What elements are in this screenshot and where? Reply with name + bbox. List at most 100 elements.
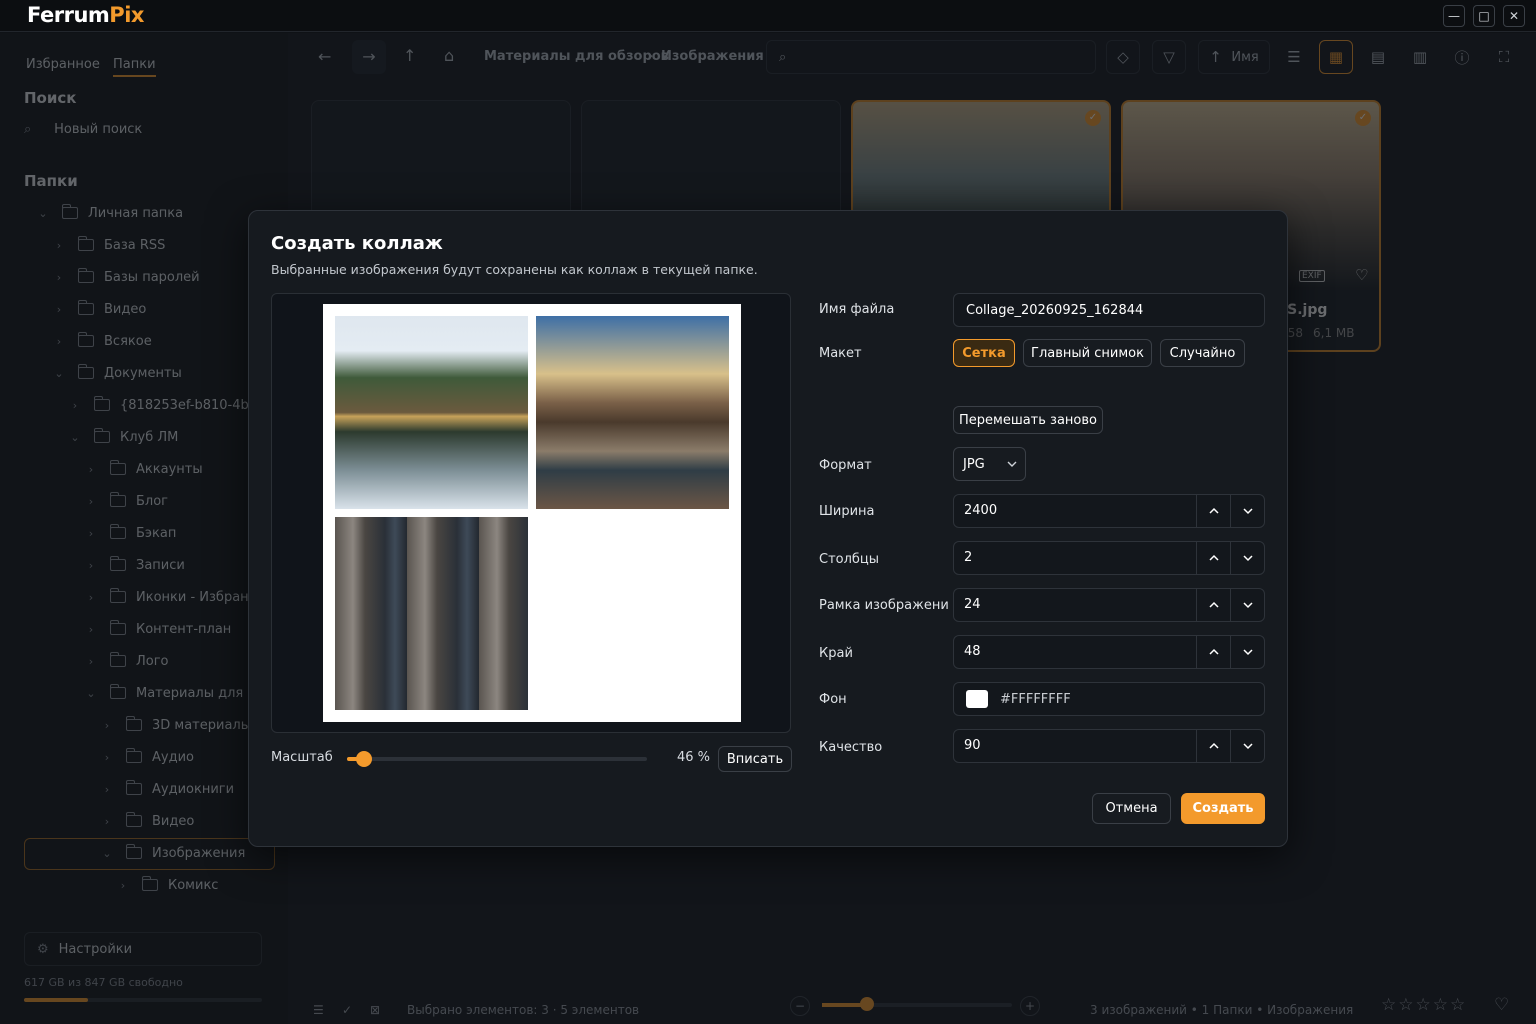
chevron-down-icon[interactable]: ⌄ bbox=[36, 207, 50, 220]
tree-item[interactable]: ⌄ Документы bbox=[52, 363, 182, 383]
chevron-right-icon[interactable]: › bbox=[84, 591, 98, 604]
chevron-down-icon[interactable]: ⌄ bbox=[52, 367, 66, 380]
tree-item[interactable]: › Аудиокниги bbox=[100, 779, 234, 799]
chevron-down-icon[interactable] bbox=[1230, 495, 1264, 527]
color-swatch[interactable] bbox=[966, 690, 988, 708]
sort-button[interactable]: ↑ Имя bbox=[1198, 40, 1270, 74]
tree-item[interactable]: › Записи bbox=[84, 555, 185, 575]
columns-stepper[interactable]: 2 bbox=[953, 541, 1265, 575]
tag-icon[interactable]: ◇ bbox=[1106, 40, 1140, 74]
filter-icon[interactable]: ▽ bbox=[1152, 40, 1186, 74]
fullscreen-icon[interactable]: ⛶ bbox=[1487, 40, 1521, 74]
chevron-right-icon[interactable]: › bbox=[100, 751, 114, 764]
chevron-right-icon[interactable]: › bbox=[52, 239, 66, 252]
chevron-right-icon[interactable]: › bbox=[68, 399, 82, 412]
chevron-down-icon[interactable]: ⌄ bbox=[84, 687, 98, 700]
chevron-up-icon[interactable] bbox=[1196, 730, 1230, 762]
breadcrumb-item[interactable]: Материалы для обзоров bbox=[484, 49, 669, 64]
maximize-button[interactable]: □ bbox=[1473, 5, 1495, 27]
layout-grid-button[interactable]: Сетка bbox=[953, 339, 1015, 367]
zoom-slider[interactable] bbox=[822, 997, 1012, 1011]
chevron-down-icon[interactable] bbox=[1230, 730, 1264, 762]
check-all-icon[interactable]: ✓ bbox=[342, 1003, 352, 1017]
chevron-right-icon[interactable]: › bbox=[52, 335, 66, 348]
tree-item[interactable]: ⌄ Клуб ЛМ bbox=[68, 427, 178, 447]
tree-item[interactable]: › Всякое bbox=[52, 331, 152, 351]
chevron-right-icon[interactable]: › bbox=[100, 815, 114, 828]
tree-item[interactable]: ⌄ Материалы для о bbox=[84, 683, 255, 703]
tree-item[interactable]: ⌄ Личная папка bbox=[36, 203, 183, 223]
tree-item[interactable]: › Лого bbox=[84, 651, 169, 671]
check-icon[interactable]: ✓ bbox=[1085, 110, 1101, 126]
chevron-right-icon[interactable]: › bbox=[116, 879, 130, 892]
format-select[interactable]: JPG bbox=[953, 447, 1026, 481]
tree-item[interactable]: › Комикс bbox=[116, 875, 218, 895]
chevron-down-icon[interactable] bbox=[1230, 589, 1264, 621]
chevron-right-icon[interactable]: › bbox=[52, 303, 66, 316]
background-color-input[interactable]: #FFFFFFFF bbox=[953, 682, 1265, 716]
panel-view-icon[interactable]: ▥ bbox=[1403, 40, 1437, 74]
cancel-button[interactable]: Отмена bbox=[1092, 793, 1171, 824]
zoom-in-icon[interactable]: + bbox=[1020, 996, 1040, 1016]
chevron-down-icon[interactable]: ⌄ bbox=[100, 847, 114, 860]
list-view-icon[interactable]: ☰ bbox=[1277, 40, 1311, 74]
chevron-right-icon[interactable]: › bbox=[84, 655, 98, 668]
heart-icon[interactable]: ♡ bbox=[1355, 266, 1368, 284]
menu-icon[interactable]: ☰ bbox=[313, 1003, 324, 1017]
fit-button[interactable]: Вписать bbox=[718, 746, 792, 772]
tree-item[interactable]: › Аккаунты bbox=[84, 459, 203, 479]
up-icon[interactable]: ↑ bbox=[403, 46, 416, 65]
check-icon[interactable]: ✓ bbox=[1355, 110, 1371, 126]
tab-favorites[interactable]: Избранное bbox=[26, 57, 100, 72]
chevron-right-icon[interactable]: › bbox=[84, 527, 98, 540]
breadcrumb-item[interactable]: Изображения bbox=[661, 49, 764, 64]
rating-stars-icon[interactable]: ☆☆☆☆☆ bbox=[1381, 995, 1467, 1015]
close-window-button[interactable]: ✕ bbox=[1503, 5, 1525, 27]
tree-item-selected[interactable]: ⌄ Изображения bbox=[100, 843, 245, 863]
chevron-up-icon[interactable] bbox=[1196, 542, 1230, 574]
width-stepper[interactable]: 2400 bbox=[953, 494, 1265, 528]
heart-icon[interactable]: ♡ bbox=[1494, 995, 1509, 1015]
frame-stepper[interactable]: 24 bbox=[953, 588, 1265, 622]
split-view-icon[interactable]: ▤ bbox=[1361, 40, 1395, 74]
chevron-down-icon[interactable]: ⌄ bbox=[68, 431, 82, 444]
quality-stepper[interactable]: 90 bbox=[953, 729, 1265, 763]
home-icon[interactable]: ⌂ bbox=[444, 46, 454, 65]
info-icon[interactable]: ⓘ bbox=[1445, 40, 1479, 74]
chevron-up-icon[interactable] bbox=[1196, 636, 1230, 668]
tree-item[interactable]: › {818253ef-b810-4b3 bbox=[68, 395, 257, 415]
settings-button[interactable]: ⚙ Настройки bbox=[24, 932, 262, 966]
edge-stepper[interactable]: 48 bbox=[953, 635, 1265, 669]
forward-icon[interactable]: → bbox=[352, 40, 386, 74]
layout-random-button[interactable]: Случайно bbox=[1160, 339, 1245, 367]
tree-item[interactable]: › Контент-план bbox=[84, 619, 231, 639]
chevron-right-icon[interactable]: › bbox=[84, 463, 98, 476]
tree-item[interactable]: › Базы паролей bbox=[52, 267, 200, 287]
tree-item[interactable]: › Иконки - Избранн bbox=[84, 587, 257, 607]
grid-view-icon[interactable]: ▦ bbox=[1319, 40, 1353, 74]
layout-main-photo-button[interactable]: Главный снимок bbox=[1023, 339, 1152, 367]
chevron-right-icon[interactable]: › bbox=[100, 783, 114, 796]
tree-item[interactable]: › Блог bbox=[84, 491, 168, 511]
new-search-row[interactable]: ⌕ Новый поиск bbox=[24, 122, 142, 137]
chevron-up-icon[interactable] bbox=[1196, 589, 1230, 621]
filename-input[interactable]: Collage_20260925_162844 bbox=[953, 293, 1265, 327]
chevron-up-icon[interactable] bbox=[1196, 495, 1230, 527]
back-icon[interactable]: ← bbox=[318, 47, 331, 66]
tree-item[interactable]: › База RSS bbox=[52, 235, 165, 255]
chevron-right-icon[interactable]: › bbox=[84, 623, 98, 636]
tab-folders[interactable]: Папки bbox=[113, 57, 156, 77]
tree-item[interactable]: › Видео bbox=[100, 811, 194, 831]
tree-item[interactable]: › 3D материалы bbox=[100, 715, 251, 735]
scale-slider[interactable] bbox=[347, 751, 647, 767]
tree-item[interactable]: › Аудио bbox=[100, 747, 194, 767]
search-input[interactable]: ⌕ bbox=[766, 40, 1096, 74]
chevron-right-icon[interactable]: › bbox=[52, 271, 66, 284]
deselect-icon[interactable]: ⊠ bbox=[370, 1003, 380, 1017]
zoom-out-icon[interactable]: − bbox=[790, 996, 810, 1016]
tree-item[interactable]: › Бэкап bbox=[84, 523, 176, 543]
chevron-right-icon[interactable]: › bbox=[84, 495, 98, 508]
reshuffle-button[interactable]: Перемешать заново bbox=[953, 406, 1103, 434]
tree-item[interactable]: › Видео bbox=[52, 299, 146, 319]
create-button[interactable]: Создать bbox=[1181, 793, 1265, 824]
